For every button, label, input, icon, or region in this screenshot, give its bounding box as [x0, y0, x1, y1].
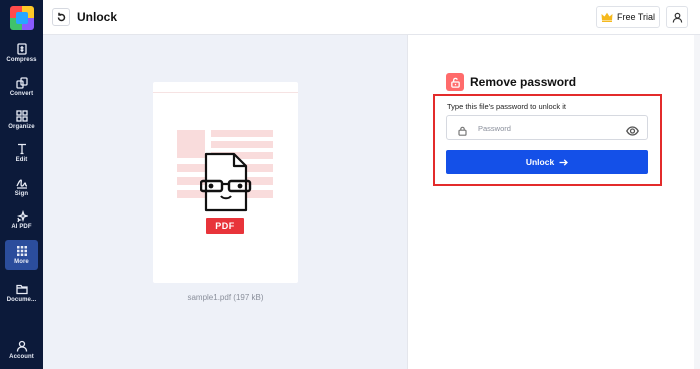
- organize-icon: [15, 110, 28, 122]
- user-icon: [672, 12, 682, 23]
- unlock-button-label: Unlock: [525, 157, 555, 167]
- panel-header: Remove password: [446, 73, 576, 91]
- sidebar-item-more[interactable]: More: [0, 245, 43, 265]
- arrow-right-icon: [559, 158, 569, 166]
- back-button[interactable]: [52, 8, 70, 26]
- lock-icon: [458, 123, 467, 136]
- sidebar-item-label: Organize: [8, 124, 35, 130]
- convert-icon: [15, 77, 28, 89]
- panel-divider: [407, 35, 408, 369]
- sidebar-item-label: Sign: [14, 191, 29, 197]
- scrollbar[interactable]: [694, 35, 700, 369]
- panel-title: Remove password: [470, 75, 577, 89]
- unlock-button[interactable]: Unlock: [446, 150, 648, 174]
- sidebar-item-documents[interactable]: Docume...: [0, 283, 43, 303]
- sign-icon: [15, 179, 27, 189]
- sidebar-item-compress[interactable]: Compress: [0, 43, 43, 63]
- sidebar-item-label: Convert: [9, 91, 34, 97]
- password-field: [446, 115, 648, 140]
- sidebar-item-convert[interactable]: Convert: [0, 77, 43, 97]
- account-icon: [16, 340, 27, 352]
- sidebar-item-label: More: [14, 259, 29, 265]
- crown-icon: [601, 12, 613, 22]
- page-title: Unlock: [77, 10, 118, 24]
- app-logo[interactable]: [10, 6, 34, 30]
- sidebar-item-label: Compress: [6, 57, 37, 63]
- sidebar-item-label: Docume...: [6, 297, 37, 303]
- ai-sparkle-icon: [16, 210, 28, 222]
- sidebar-item-label: AI PDF: [11, 224, 32, 230]
- pdf-file-mascot-icon: [200, 152, 252, 212]
- sidebar-item-label: Account: [9, 354, 34, 360]
- sidebar-item-label: Edit: [15, 157, 28, 163]
- pdf-badge: PDF: [206, 218, 244, 234]
- file-preview-area: PDF sample1.pdf (197 kB): [43, 35, 407, 369]
- edit-icon: [17, 143, 26, 155]
- app-window: Compress Convert Organize Edit Sign AI P…: [0, 0, 700, 369]
- file-name-label: sample1.pdf (197 kB): [187, 293, 264, 302]
- sidebar-item-organize[interactable]: Organize: [0, 110, 43, 130]
- unlock-icon: [446, 73, 464, 91]
- sidebar-item-account[interactable]: Account: [0, 340, 43, 360]
- free-trial-label: Free Trial: [616, 12, 655, 22]
- undo-arrow-icon: [57, 12, 66, 22]
- compress-icon: [16, 43, 27, 55]
- top-header: Unlock Free Trial: [43, 0, 700, 35]
- account-button[interactable]: [666, 6, 688, 28]
- sidebar: Compress Convert Organize Edit Sign AI P…: [0, 0, 43, 369]
- sidebar-item-sign[interactable]: Sign: [0, 177, 43, 197]
- password-hint: Type this file's password to unlock it: [447, 102, 566, 111]
- password-input[interactable]: [478, 120, 618, 136]
- grid-icon: [16, 246, 27, 256]
- sidebar-item-ai-pdf[interactable]: AI PDF: [0, 210, 43, 230]
- sidebar-item-edit[interactable]: Edit: [0, 143, 43, 163]
- free-trial-button[interactable]: Free Trial: [596, 6, 660, 28]
- file-preview-card: PDF: [153, 82, 298, 283]
- folder-icon: [15, 284, 28, 295]
- show-password-eye-icon[interactable]: [626, 123, 639, 136]
